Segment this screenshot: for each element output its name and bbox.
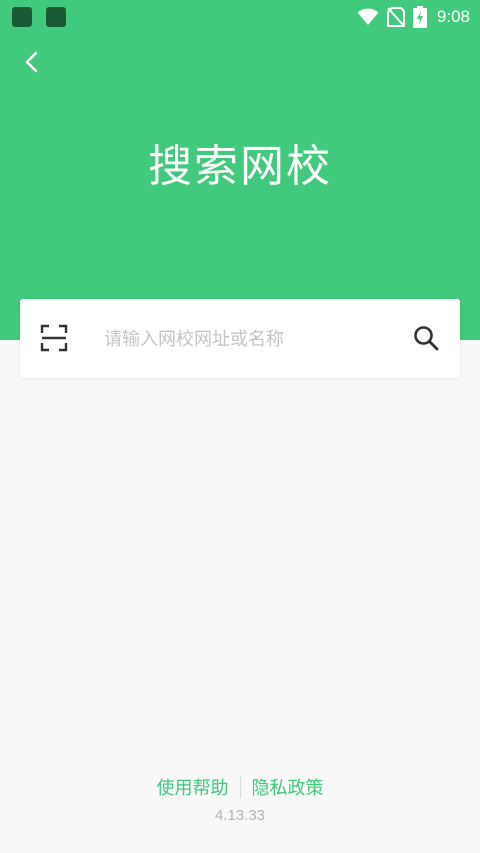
privacy-policy-link[interactable]: 隐私政策 xyxy=(241,774,335,800)
search-icon xyxy=(414,326,439,351)
status-time: 9:08 xyxy=(436,7,470,26)
status-icons: 9:08 xyxy=(357,5,470,29)
app-version: 4.13.33 xyxy=(214,807,266,824)
header: 9:08 搜索网校 xyxy=(0,0,480,340)
back-button[interactable] xyxy=(16,46,48,78)
search-input[interactable] xyxy=(104,319,404,359)
help-link[interactable]: 使用帮助 xyxy=(146,774,240,800)
status-bar: 9:08 xyxy=(0,0,480,34)
notification-icon xyxy=(46,7,66,27)
page-title: 搜索网校 xyxy=(148,141,332,192)
scan-icon xyxy=(40,324,68,352)
battery-charging-icon xyxy=(412,6,427,28)
scan-button[interactable] xyxy=(40,324,68,352)
chevron-left-icon xyxy=(25,51,38,73)
search-button[interactable] xyxy=(412,324,440,352)
search-box xyxy=(20,299,460,378)
no-sim-icon xyxy=(386,7,405,27)
notification-icon xyxy=(12,7,32,27)
footer-links: 使用帮助 隐私政策 xyxy=(0,774,480,800)
wifi-icon xyxy=(357,8,379,25)
